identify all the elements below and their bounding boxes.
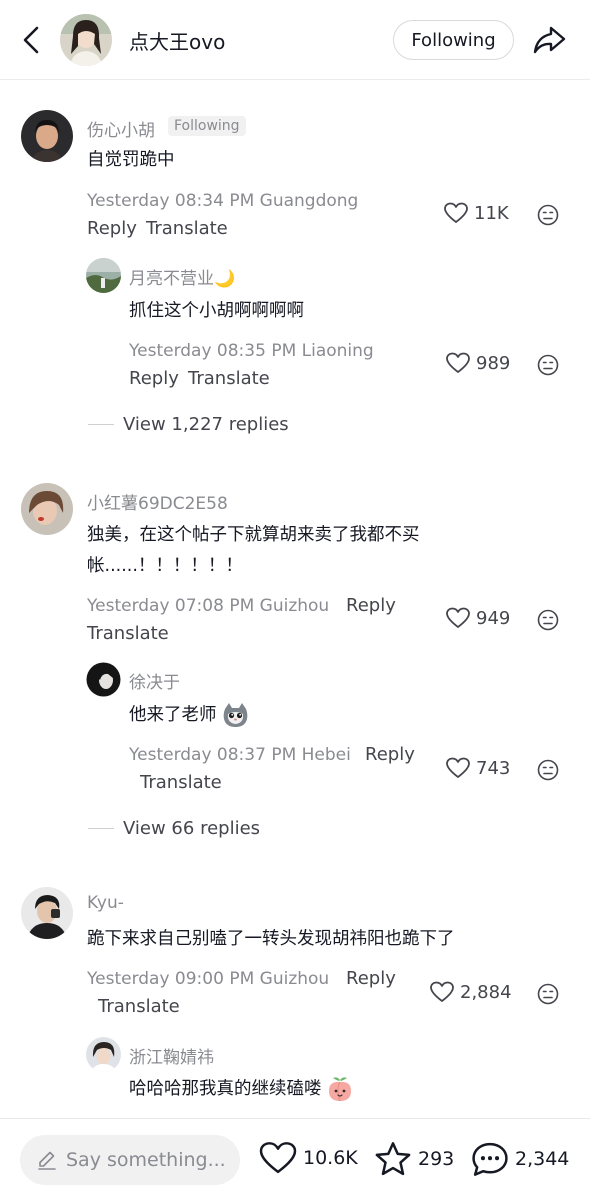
like-count: 949 <box>476 607 511 629</box>
heart-icon <box>259 1142 297 1174</box>
post-collect-count: 293 <box>418 1148 455 1170</box>
translate-button[interactable]: Translate <box>146 218 228 239</box>
comment-text: 自觉罚跪中 <box>87 150 175 170</box>
reply-like-button[interactable]: 743 <box>446 757 510 779</box>
dislike-face-icon[interactable] <box>537 204 559 226</box>
comment-text: 独美，在这个帖子下就算胡来卖了我都不买 <box>87 525 420 545</box>
view-replies-label: View 1,227 replies <box>123 414 289 435</box>
view-replies-button[interactable]: View 66 replies <box>88 818 260 839</box>
comment-like-button[interactable]: 949 <box>446 607 510 629</box>
like-count: 743 <box>476 757 511 779</box>
reply-button[interactable]: Reply <box>346 968 396 989</box>
post-comment-count: 2,344 <box>515 1148 570 1170</box>
reply-avatar[interactable] <box>86 1037 121 1072</box>
reply-username[interactable]: 月亮不营业🌙 <box>129 264 235 289</box>
reply-button[interactable]: Reply <box>346 595 396 616</box>
reply-like-button[interactable]: 989 <box>446 352 510 374</box>
reply-button[interactable]: Reply <box>129 368 179 389</box>
author-avatar[interactable] <box>60 14 112 66</box>
commenter-avatar[interactable] <box>21 110 73 162</box>
comment-meta: Yesterday 07:08 PM Guizhou <box>87 596 330 616</box>
view-replies-button[interactable]: View 1,227 replies <box>88 414 289 435</box>
comment-input[interactable]: Say something... <box>20 1135 240 1185</box>
reply-username[interactable]: 徐决于 <box>129 668 180 693</box>
cat-emoji-icon <box>223 703 248 727</box>
post-comment-button[interactable]: 2,344 <box>471 1141 569 1177</box>
reply-text: 他来了老师 <box>129 705 217 725</box>
dislike-face-icon[interactable] <box>537 983 559 1005</box>
header-bar: 点大王ovo Following <box>0 0 590 80</box>
comment-text: 帐......！！！！！！ <box>87 556 243 576</box>
comment-username[interactable]: Kyu- <box>87 893 124 913</box>
pencil-icon <box>38 1151 56 1170</box>
comment-bubble-icon <box>472 1142 508 1176</box>
heart-icon <box>430 981 454 1002</box>
chevron-left-icon <box>23 26 39 54</box>
divider-line <box>88 424 114 425</box>
commenter-avatar[interactable] <box>21 483 73 535</box>
reply-text-row: 哈哈哈那我真的继续磕喽 <box>129 1074 353 1105</box>
bottom-action-bar: Say something... 10.6K 293 2,344 <box>0 1118 590 1200</box>
reply-text: 哈哈哈那我真的继续磕喽 <box>129 1079 322 1099</box>
comment-username[interactable]: 小红薯69DC2E58 <box>87 489 228 514</box>
peach-emoji-icon <box>329 1077 352 1102</box>
translate-button[interactable]: Translate <box>87 623 169 644</box>
comment-meta: Yesterday 08:34 PM Guangdong <box>87 191 359 211</box>
comment-text: 跪下来求自己别嗑了一转头发现胡祎阳也跪下了 <box>87 929 455 949</box>
commenter-avatar[interactable] <box>21 887 73 939</box>
like-count: 989 <box>476 352 511 374</box>
post-like-count: 10.6K <box>303 1147 358 1169</box>
post-collect-button[interactable]: 293 <box>374 1141 454 1177</box>
following-button[interactable]: Following <box>393 20 514 60</box>
reply-text: 抓住这个小胡啊啊啊啊 <box>129 301 304 321</box>
reply-avatar[interactable] <box>86 662 121 697</box>
dislike-face-icon[interactable] <box>537 609 559 631</box>
heart-icon <box>446 757 470 778</box>
dislike-face-icon[interactable] <box>537 354 559 376</box>
translate-button[interactable]: Translate <box>140 772 222 793</box>
post-like-button[interactable]: 10.6K <box>259 1141 358 1175</box>
reply-username[interactable]: 浙江鞠婧祎 <box>129 1043 214 1068</box>
author-name[interactable]: 点大王ovo <box>129 26 225 55</box>
reply-meta: Yesterday 08:35 PM Liaoning <box>129 341 374 361</box>
heart-icon <box>444 202 468 223</box>
like-count: 11K <box>474 202 509 224</box>
share-arrow-icon <box>533 26 566 54</box>
like-count: 2,884 <box>460 981 512 1003</box>
comment-like-button[interactable]: 2,884 <box>430 981 512 1003</box>
divider-line <box>88 828 114 829</box>
reply-button[interactable]: Reply <box>365 744 415 765</box>
reply-meta: Yesterday 08:37 PM Hebei <box>129 745 351 765</box>
reply-button[interactable]: Reply <box>87 218 137 239</box>
translate-button[interactable]: Translate <box>98 996 180 1017</box>
heart-icon <box>446 352 470 373</box>
comment-meta: Yesterday 09:00 PM Guizhou <box>87 969 330 989</box>
share-button[interactable] <box>530 22 568 58</box>
dislike-face-icon[interactable] <box>537 759 559 781</box>
star-icon <box>375 1142 411 1176</box>
heart-icon <box>446 607 470 628</box>
translate-button[interactable]: Translate <box>188 368 270 389</box>
back-button[interactable] <box>14 22 48 58</box>
comment-input-placeholder: Say something... <box>66 1149 226 1171</box>
following-badge: Following <box>168 116 246 136</box>
reply-text-row: 他来了老师 <box>129 700 249 731</box>
reply-avatar[interactable] <box>86 258 121 293</box>
view-replies-label: View 66 replies <box>123 818 261 839</box>
comment-like-button[interactable]: 11K <box>444 202 509 224</box>
comment-username[interactable]: 伤心小胡 <box>87 116 155 141</box>
